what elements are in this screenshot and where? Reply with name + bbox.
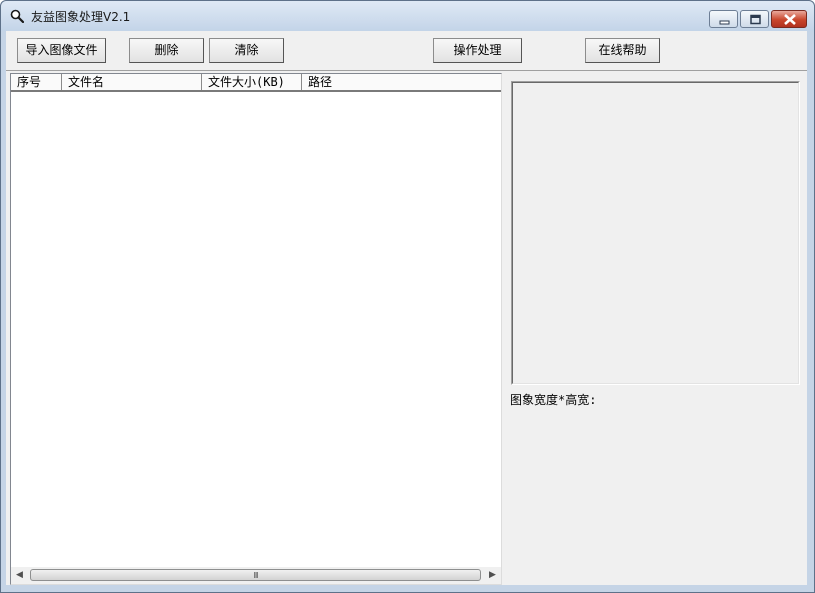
column-header-filename[interactable]: 文件名	[62, 74, 202, 90]
horizontal-scrollbar[interactable]: ◀ III ▶	[11, 567, 501, 584]
client-area: 导入图像文件 删除 清除 操作处理 在线帮助 序号 文件名 文件大小(KB) 路…	[6, 31, 807, 585]
import-image-button[interactable]: 导入图像文件	[17, 38, 106, 63]
minimize-icon	[719, 20, 730, 25]
title-bar[interactable]: 友益图象处理V2.1	[1, 1, 814, 31]
image-preview-frame	[512, 82, 799, 384]
grip-icon: III	[253, 571, 258, 580]
delete-button[interactable]: 删除	[129, 38, 204, 63]
maximize-icon	[750, 14, 761, 25]
maximize-button[interactable]	[740, 10, 769, 28]
scroll-left-icon[interactable]: ◀	[11, 567, 28, 584]
process-button[interactable]: 操作处理	[433, 38, 522, 63]
column-header-path[interactable]: 路径	[302, 74, 501, 90]
image-size-label: 图象宽度*高宽:	[510, 393, 597, 407]
clear-button[interactable]: 清除	[209, 38, 284, 63]
close-button[interactable]	[771, 10, 807, 28]
online-help-button[interactable]: 在线帮助	[585, 38, 660, 63]
window-title: 友益图象处理V2.1	[31, 10, 131, 24]
file-list[interactable]: 序号 文件名 文件大小(KB) 路径 ◀ III ▶	[10, 73, 502, 585]
image-preview	[511, 81, 800, 385]
column-header-filesize[interactable]: 文件大小(KB)	[202, 74, 302, 90]
magnifier-icon	[10, 9, 24, 23]
app-window: 友益图象处理V2.1 导入图像文件 删除 清除 操作处理 在线帮助 序号 文件名…	[0, 0, 815, 593]
minimize-button[interactable]	[709, 10, 738, 28]
close-icon	[784, 14, 796, 25]
scroll-thumb[interactable]: III	[30, 569, 481, 581]
scroll-right-icon[interactable]: ▶	[484, 567, 501, 584]
column-header-index[interactable]: 序号	[11, 74, 62, 90]
toolbar-separator	[6, 70, 807, 71]
list-header: 序号 文件名 文件大小(KB) 路径	[11, 74, 501, 92]
